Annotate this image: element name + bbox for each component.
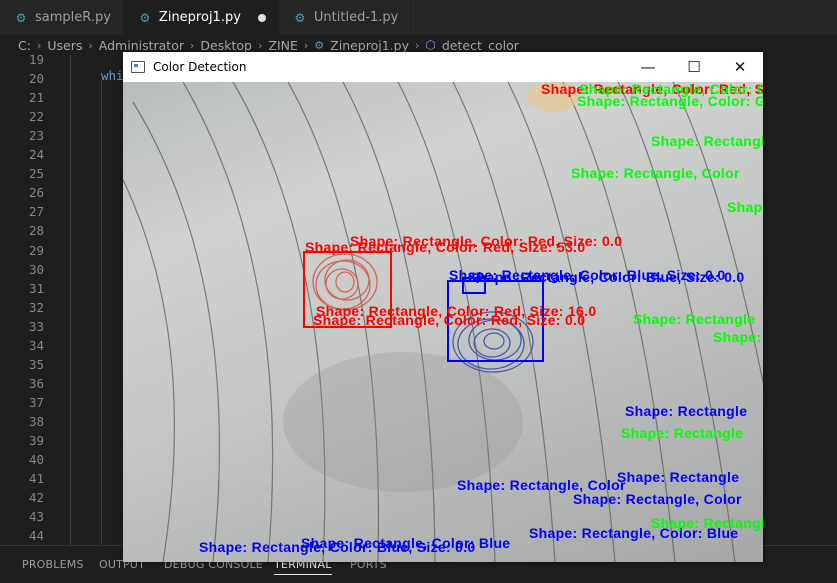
detection-label: Shape: Rectangle xyxy=(625,403,748,419)
line-number: 35 xyxy=(28,356,44,372)
unsaved-dot-icon[interactable] xyxy=(257,13,266,22)
python-file-icon: ⚙ xyxy=(294,10,306,25)
detection-label: Shape: Rectangle, Color xyxy=(573,491,742,507)
breadcrumb-users[interactable]: Users xyxy=(47,38,82,53)
detection-label: Shape: Rectangle, Color xyxy=(571,165,740,181)
window-titlebar[interactable]: Color Detection — ☐ ✕ xyxy=(123,52,763,82)
line-number: 23 xyxy=(28,128,44,144)
detection-label: Shape: Rectangle xyxy=(617,469,740,485)
line-number: 40 xyxy=(28,452,44,468)
breadcrumb-symbol[interactable]: detect_color xyxy=(442,38,519,53)
editor-tab-bar: ⚙ sampleR.py ⚙ Zineproj1.py ⚙ Untitled-1… xyxy=(0,0,837,35)
python-file-icon: ⚙ xyxy=(15,10,27,25)
detection-label: Shape: Rectangle, Color: Blue xyxy=(301,535,511,551)
detection-label: Shape: Rectangle, Color xyxy=(457,477,626,493)
detection-label: Shape: Rectangle, Color xyxy=(727,199,763,215)
detection-label: Shape: Rectangle, Color xyxy=(713,329,763,345)
line-number: 27 xyxy=(28,204,44,220)
tab-label: Zineproj1.py xyxy=(158,10,241,25)
line-number: 44 xyxy=(28,528,44,544)
line-number: 31 xyxy=(28,280,44,296)
line-number: 21 xyxy=(28,90,44,106)
red-scribble xyxy=(312,253,378,311)
python-file-icon: ⚙ xyxy=(314,38,325,52)
window-title: Color Detection xyxy=(153,60,247,74)
chevron-right-icon: › xyxy=(414,38,420,52)
line-number: 28 xyxy=(28,223,44,239)
tab-sampler[interactable]: ⚙ sampleR.py xyxy=(0,0,124,35)
line-number: 33 xyxy=(28,318,44,334)
line-number: 39 xyxy=(28,433,44,448)
breadcrumb-zine[interactable]: ZINE xyxy=(268,38,298,53)
tab-zineproj1[interactable]: ⚙ Zineproj1.py xyxy=(123,0,279,35)
python-file-icon: ⚙ xyxy=(139,10,151,25)
indent-guide xyxy=(101,80,102,570)
line-number: 36 xyxy=(28,375,44,391)
line-number: 34 xyxy=(28,337,44,353)
detection-label: Shape: Rectangle, Color: Red, Size: 0.0 xyxy=(350,233,623,249)
camera-feed: Shape: Rectangle, Color: Red, Size: 53.0… xyxy=(123,82,763,562)
minimize-button[interactable]: — xyxy=(625,52,671,82)
detection-label: Shape: Rectangle, Color xyxy=(651,133,763,149)
line-number: 22 xyxy=(28,109,44,125)
detection-label: Shape: Rectangle xyxy=(633,311,756,327)
tab-bar-empty-space xyxy=(411,0,837,35)
tab-label: Untitled-1.py xyxy=(313,10,399,25)
line-number: 38 xyxy=(28,413,44,429)
breadcrumb-administrator[interactable]: Administrator xyxy=(99,38,184,53)
line-number: 25 xyxy=(28,166,44,182)
line-number: 19 xyxy=(28,52,44,67)
close-button[interactable]: ✕ xyxy=(717,52,763,82)
detection-label: Shape: Rectangle, Color: Green xyxy=(579,82,763,97)
line-number: 26 xyxy=(28,185,44,201)
code-keyword: whi xyxy=(101,68,124,83)
chevron-right-icon: › xyxy=(257,38,263,52)
window-app-icon xyxy=(131,61,145,73)
detection-label: Shape: Rectangle xyxy=(621,425,744,441)
line-number: 20 xyxy=(28,71,44,87)
maximize-button[interactable]: ☐ xyxy=(671,52,717,82)
chevron-right-icon: › xyxy=(190,38,195,52)
line-number: 37 xyxy=(28,394,44,410)
line-number: 42 xyxy=(28,490,44,506)
chevron-right-icon: › xyxy=(303,38,309,52)
function-symbol-icon: ⬡ xyxy=(425,38,436,52)
indent-guide xyxy=(70,55,71,545)
breadcrumb-desktop[interactable]: Desktop xyxy=(200,38,252,53)
tab-problems[interactable]: PROBLEMS xyxy=(22,558,84,571)
tab-untitled-1[interactable]: ⚙ Untitled-1.py xyxy=(279,0,412,35)
breadcrumb-drive[interactable]: C: xyxy=(18,38,31,53)
color-detection-window[interactable]: Color Detection — ☐ ✕ Shape: Rectangle, … xyxy=(123,52,763,562)
line-number: 30 xyxy=(28,261,44,277)
detection-label: Shape: Rectangle, Color: Red, Size: 0.0 xyxy=(313,312,586,328)
chevron-right-icon: › xyxy=(36,38,42,52)
tab-label: sampleR.py xyxy=(35,10,111,25)
line-number: 24 xyxy=(28,147,44,163)
detection-label: Shape: Rectangle xyxy=(651,515,763,531)
breadcrumb-file[interactable]: Zineproj1.py xyxy=(330,38,409,53)
line-number: 29 xyxy=(28,242,44,258)
chevron-right-icon: › xyxy=(88,38,93,52)
detection-label: Shape: Rectangle, Color: Blue, Size: 0.0 xyxy=(468,269,745,285)
line-number: 32 xyxy=(28,299,44,315)
line-number: 41 xyxy=(28,471,44,487)
line-number: 43 xyxy=(28,509,44,525)
